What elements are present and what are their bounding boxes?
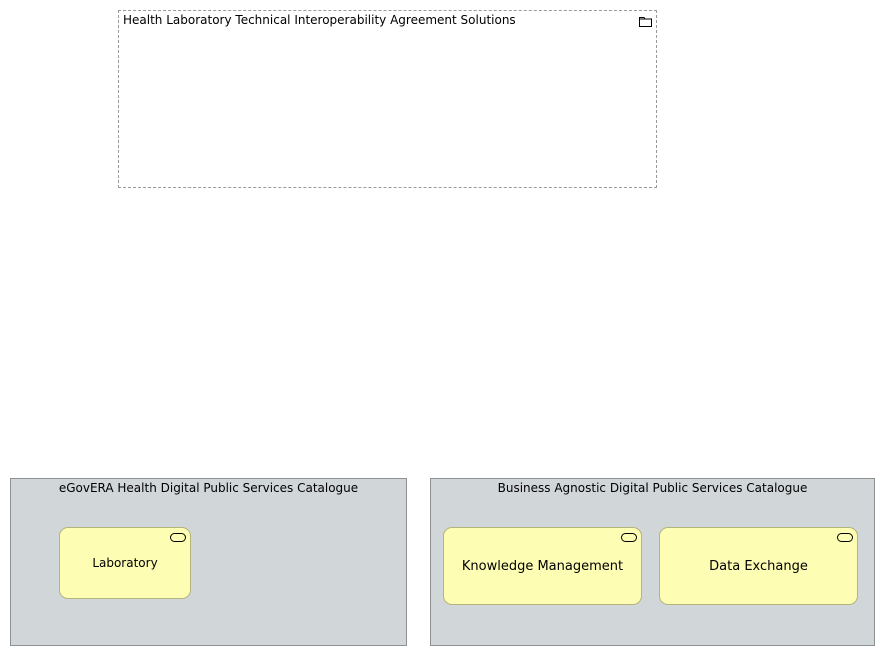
catalogue-egovera-health[interactable]: eGovERA Health Digital Public Services C… [10,478,407,646]
catalogue-business-agnostic[interactable]: Business Agnostic Digital Public Service… [430,478,875,646]
service-label: Data Exchange [709,558,808,574]
service-icon [621,533,637,542]
service-icon [837,533,853,542]
service-label: Knowledge Management [461,558,624,574]
grouping-health-laboratory-solutions[interactable]: Health Laboratory Technical Interoperabi… [118,10,657,188]
service-data-exchange[interactable]: Data Exchange [659,527,858,605]
catalogue-title: Business Agnostic Digital Public Service… [497,481,808,495]
service-icon [170,533,186,542]
folder-icon [639,17,652,27]
service-knowledge-management[interactable]: Knowledge Management [443,527,642,605]
grouping-title: Health Laboratory Technical Interoperabi… [123,13,516,27]
service-label: Laboratory [92,556,158,570]
service-laboratory[interactable]: Laboratory [59,527,191,599]
catalogue-title: eGovERA Health Digital Public Services C… [58,481,359,495]
